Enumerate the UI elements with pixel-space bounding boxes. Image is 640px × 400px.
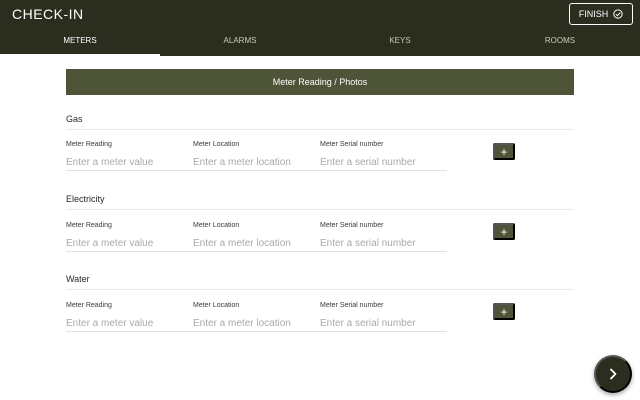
app-header: CHECK-IN FINISH METERS ALARMS KEYS ROOMS	[0, 0, 640, 56]
meter-location-input[interactable]	[193, 316, 320, 330]
field-label: Meter Reading	[66, 141, 112, 148]
add-meter-button[interactable]: +	[493, 303, 515, 320]
meter-serial-field: Meter Serial number	[320, 140, 447, 169]
meter-serial-input[interactable]	[320, 316, 447, 330]
meter-reading-input[interactable]	[66, 316, 193, 330]
field-label: Meter Location	[193, 222, 240, 229]
section-title-bar: Meter Reading / Photos	[66, 69, 574, 95]
tab-alarms[interactable]: ALARMS	[160, 30, 320, 56]
next-button[interactable]	[594, 355, 632, 393]
tab-bar: METERS ALARMS KEYS ROOMS	[0, 30, 640, 56]
meter-group-electricity: Electricity Meter Reading Meter Location…	[66, 192, 574, 252]
group-divider	[66, 289, 574, 290]
group-title: Gas	[66, 114, 83, 124]
meter-reading-field: Meter Reading	[66, 301, 193, 330]
fields-underline	[66, 331, 447, 332]
group-divider	[66, 129, 574, 130]
meter-location-input[interactable]	[193, 236, 320, 250]
chevron-right-icon	[610, 368, 617, 380]
tab-rooms[interactable]: ROOMS	[480, 30, 640, 56]
tab-keys[interactable]: KEYS	[320, 30, 480, 56]
meter-location-input[interactable]	[193, 155, 320, 169]
meter-location-field: Meter Location	[193, 221, 320, 250]
field-label: Meter Reading	[66, 302, 112, 309]
fields-underline	[66, 251, 447, 252]
field-label: Meter Reading	[66, 222, 112, 229]
meter-location-field: Meter Location	[193, 140, 320, 169]
field-label: Meter Serial number	[320, 141, 384, 148]
field-label: Meter Location	[193, 141, 240, 148]
group-title: Water	[66, 274, 90, 284]
finish-button-label: FINISH	[578, 9, 609, 19]
add-meter-button[interactable]: +	[493, 143, 515, 160]
meter-serial-field: Meter Serial number	[320, 221, 447, 250]
meter-serial-input[interactable]	[320, 155, 447, 169]
meter-serial-field: Meter Serial number	[320, 301, 447, 330]
fields-underline	[66, 170, 447, 171]
meter-location-field: Meter Location	[193, 301, 320, 330]
tab-meters[interactable]: METERS	[0, 30, 160, 56]
meter-group-water: Water Meter Reading Meter Location Meter…	[66, 272, 574, 332]
meter-reading-field: Meter Reading	[66, 140, 193, 169]
finish-button[interactable]: FINISH	[569, 3, 633, 25]
add-meter-button[interactable]: +	[493, 223, 515, 240]
meter-reading-input[interactable]	[66, 155, 193, 169]
field-label: Meter Serial number	[320, 222, 384, 229]
group-divider	[66, 209, 574, 210]
meter-reading-input[interactable]	[66, 236, 193, 250]
check-circle-icon	[613, 9, 623, 19]
group-title: Electricity	[66, 194, 105, 204]
meter-serial-input[interactable]	[320, 236, 447, 250]
field-label: Meter Serial number	[320, 302, 384, 309]
field-label: Meter Location	[193, 302, 240, 309]
meter-reading-field: Meter Reading	[66, 221, 193, 250]
app-title: CHECK-IN	[12, 6, 84, 22]
meter-group-gas: Gas Meter Reading Meter Location Meter S…	[66, 112, 574, 171]
